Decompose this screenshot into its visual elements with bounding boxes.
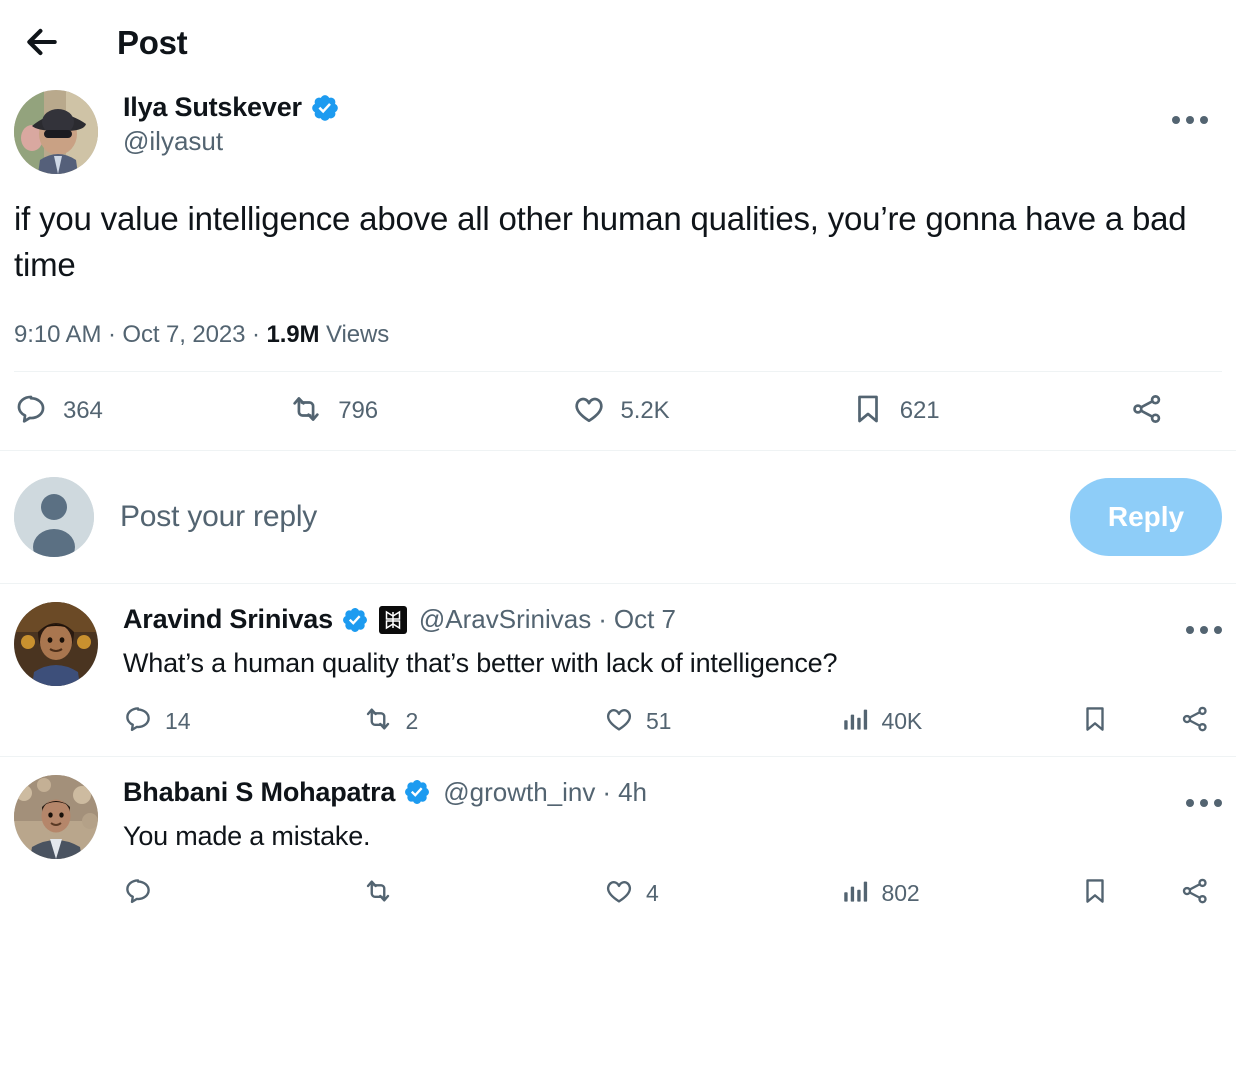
reply-like-count: 4 <box>645 880 659 907</box>
reply-timestamp[interactable]: 4h <box>618 777 647 808</box>
reply-author-handle[interactable]: @growth_inv <box>443 777 595 808</box>
reply-views-button[interactable]: 802 <box>840 876 1080 911</box>
reply-more-options-button[interactable] <box>1176 775 1232 831</box>
bookmark-icon <box>1080 876 1110 911</box>
post-text: if you value intelligence above all othe… <box>14 200 1187 283</box>
post-repost-count: 796 <box>338 397 379 425</box>
post-views-label: Views <box>326 321 390 349</box>
verified-badge-icon <box>341 606 369 634</box>
affiliate-badge-icon[interactable] <box>378 605 407 634</box>
heart-icon <box>572 392 606 431</box>
reply-reply-button[interactable] <box>123 876 363 911</box>
reply-author-display-name[interactable]: Bhabani S Mohapatra <box>123 777 395 808</box>
reply-item: Aravind Srinivas @AravSrinivas · Oct 7 W… <box>0 584 1236 755</box>
post-like-button[interactable]: 5.2K <box>572 392 851 431</box>
reply-icon <box>14 392 48 431</box>
reply-text: You made a mistake. <box>123 820 371 851</box>
reply-like-button[interactable]: 4 <box>604 876 840 911</box>
post-bookmark-button[interactable]: 621 <box>851 392 1130 431</box>
repost-icon <box>363 876 393 911</box>
reply-icon <box>123 876 153 911</box>
reply-repost-button[interactable]: 2 <box>363 704 603 739</box>
post-metadata: 9:10 AM · Oct 7, 2023 · 1.9M Views <box>14 321 1222 349</box>
post-like-count: 5.2K <box>620 397 670 425</box>
reply-more-options-button[interactable] <box>1176 602 1232 658</box>
reply-composer: Post your reply Reply <box>0 451 1236 583</box>
meta-separator-1: · <box>107 321 116 349</box>
back-arrow-icon <box>23 23 61 61</box>
share-icon <box>1130 392 1164 431</box>
post-more-options-button[interactable] <box>1162 92 1218 148</box>
meta-separator-2: · <box>251 321 260 349</box>
post-time: 9:10 AM <box>14 321 102 349</box>
more-options-icon <box>1172 116 1208 124</box>
page-header: Post <box>0 0 1236 84</box>
reply-views-button[interactable]: 40K <box>840 704 1080 739</box>
heart-icon <box>604 876 634 911</box>
post-reply-button[interactable]: 364 <box>14 392 289 431</box>
reply-author-display-name[interactable]: Aravind Srinivas <box>123 604 333 635</box>
reply-separator: · <box>598 604 607 635</box>
post-share-button[interactable] <box>1130 392 1179 431</box>
reply-reply-button[interactable]: 14 <box>123 704 363 739</box>
reply-bookmark-button[interactable] <box>1080 876 1122 911</box>
post-author-names: Ilya Sutskever @ilyasut <box>123 90 340 159</box>
reply-views-count: 802 <box>881 880 920 907</box>
reply-reply-count: 14 <box>165 708 191 734</box>
bookmark-icon <box>1080 704 1110 739</box>
main-post: Ilya Sutskever @ilyasut if you value int… <box>0 84 1236 373</box>
post-views-count: 1.9M <box>266 321 320 349</box>
reply-item: Bhabani S Mohapatra @growth_inv · 4h You… <box>0 757 1236 928</box>
post-action-bar: 364 796 5.2K 621 <box>0 372 1236 450</box>
reply-repost-button[interactable] <box>363 876 603 911</box>
avatar-bhabani-mohapatra[interactable] <box>14 774 98 859</box>
reply-submit-button[interactable]: Reply <box>1070 478 1222 557</box>
post-author-display-name[interactable]: Ilya Sutskever <box>123 92 302 123</box>
more-options-icon <box>1186 798 1222 807</box>
bookmark-icon <box>851 392 885 431</box>
reply-input[interactable]: Post your reply <box>120 500 1070 534</box>
reply-body: Aravind Srinivas @AravSrinivas · Oct 7 W… <box>123 602 1222 755</box>
post-author-row: Ilya Sutskever @ilyasut <box>14 84 1222 174</box>
analytics-icon <box>840 704 870 739</box>
post-repost-button[interactable]: 796 <box>289 392 571 431</box>
reply-bookmark-button[interactable] <box>1080 704 1122 739</box>
reply-views-count: 40K <box>881 708 923 734</box>
more-options-icon <box>1186 626 1222 635</box>
reply-author-handle[interactable]: @AravSrinivas <box>419 604 591 635</box>
reply-repost-count: 2 <box>405 708 419 734</box>
post-detail-page: Post Ilya Sutskever @ilyasut if you valu… <box>0 0 1236 1080</box>
post-reply-count: 364 <box>63 397 103 425</box>
repost-icon <box>289 392 323 431</box>
analytics-icon <box>840 876 870 911</box>
share-icon <box>1180 704 1210 739</box>
post-bookmark-count: 621 <box>899 397 940 425</box>
share-icon <box>1180 876 1210 911</box>
post-author-handle[interactable]: @ilyasut <box>123 125 340 159</box>
back-button[interactable] <box>14 14 70 70</box>
reply-icon <box>123 704 153 739</box>
avatar-ilya-sutskever[interactable] <box>14 90 98 174</box>
reply-action-bar: 4 802 <box>123 860 1222 928</box>
reply-author-row: Aravind Srinivas @AravSrinivas · Oct 7 <box>123 604 1222 635</box>
reply-body: Bhabani S Mohapatra @growth_inv · 4h You… <box>123 775 1222 928</box>
reply-action-bar: 14 2 51 40K <box>123 688 1222 756</box>
reply-share-button[interactable] <box>1180 876 1222 911</box>
avatar-default-user[interactable] <box>14 477 94 558</box>
avatar-aravind-srinivas[interactable] <box>14 602 98 687</box>
reply-text: What’s a human quality that’s better wit… <box>123 648 838 679</box>
heart-icon <box>604 704 634 739</box>
page-title: Post <box>117 23 188 61</box>
reply-separator: · <box>602 776 612 807</box>
reply-author-row: Bhabani S Mohapatra @growth_inv · 4h <box>123 777 1222 808</box>
verified-badge-icon <box>310 93 340 123</box>
verified-badge-icon <box>403 778 431 806</box>
reply-like-button[interactable]: 51 <box>604 704 840 739</box>
reply-like-count: 51 <box>645 708 672 734</box>
reply-timestamp[interactable]: Oct 7 <box>614 604 676 635</box>
repost-icon <box>363 704 393 739</box>
reply-share-button[interactable] <box>1180 704 1222 739</box>
post-date: Oct 7, 2023 <box>122 321 246 349</box>
